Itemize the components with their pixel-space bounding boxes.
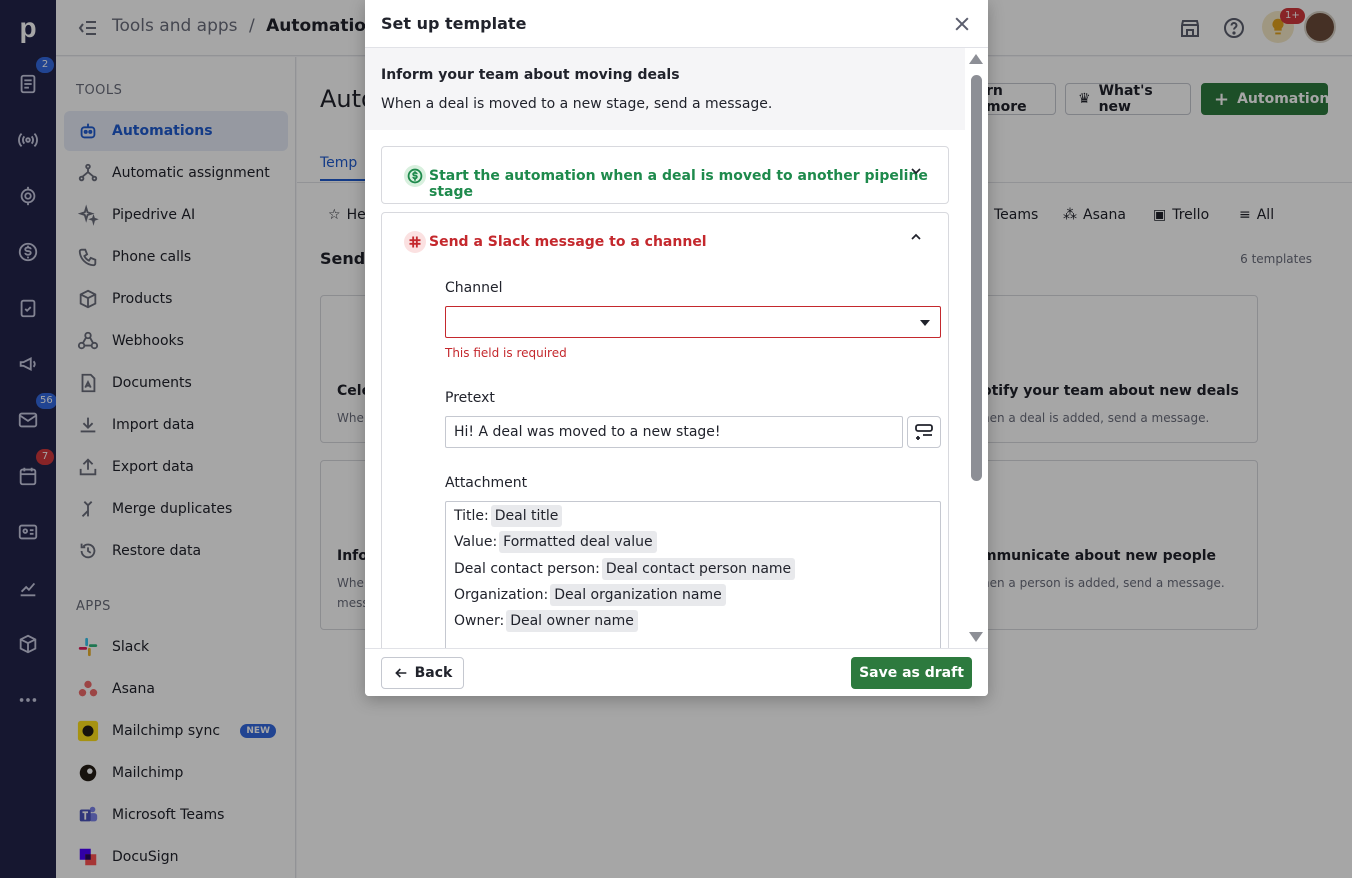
attachment-row: Title: Deal title <box>454 505 563 527</box>
attachment-row: Organization: Deal organization name <box>454 584 726 606</box>
field-chip[interactable]: Deal organization name <box>550 584 726 606</box>
channel-select[interactable] <box>445 306 941 338</box>
caret-down-icon <box>920 320 930 326</box>
insert-field-icon <box>915 424 933 440</box>
attachment-row-label: Organization: <box>454 587 549 603</box>
attachment-row: Value: Formatted deal value <box>454 531 657 553</box>
action-section: Send a Slack message to a channel Channe… <box>381 212 949 648</box>
field-chip[interactable]: Deal owner name <box>506 610 638 632</box>
dialog-body[interactable]: Inform your team about moving deals When… <box>365 48 965 648</box>
dollar-icon <box>404 165 426 187</box>
dialog-header: Set up template <box>365 0 988 48</box>
arrow-left-icon <box>394 668 406 678</box>
scroll-up-arrow-icon[interactable] <box>969 54 983 64</box>
field-chip[interactable]: Formatted deal value <box>499 531 657 553</box>
action-title: Send a Slack message to a channel <box>429 234 707 250</box>
channel-error: This field is required <box>445 346 567 360</box>
close-icon[interactable] <box>952 14 972 34</box>
save-as-draft-button[interactable]: Save as draft <box>851 657 972 689</box>
channel-label: Channel <box>445 280 503 296</box>
dialog-title: Set up template <box>381 14 527 33</box>
template-description: When a deal is moved to a new stage, sen… <box>381 96 773 112</box>
scroll-down-arrow-icon[interactable] <box>969 632 983 642</box>
dialog-footer: Back Save as draft <box>365 648 988 696</box>
trigger-section[interactable]: Start the automation when a deal is move… <box>381 146 949 204</box>
attachment-editor[interactable]: Title: Deal title Value: Formatted deal … <box>445 501 941 648</box>
back-button[interactable]: Back <box>381 657 464 689</box>
field-chip[interactable]: Deal contact person name <box>601 558 796 580</box>
attachment-row: Deal contact person: Deal contact person… <box>454 558 796 580</box>
scrollbar-thumb[interactable] <box>971 75 982 481</box>
back-label: Back <box>414 665 453 681</box>
pretext-input[interactable]: Hi! A deal was moved to a new stage! <box>445 416 903 448</box>
attachment-row-label: Title: <box>454 508 489 524</box>
pretext-label: Pretext <box>445 390 495 406</box>
trigger-title: Start the automation when a deal is move… <box>429 168 928 200</box>
attachment-row-label: Value: <box>454 534 498 550</box>
chevron-down-icon[interactable] <box>908 163 924 179</box>
attachment-label: Attachment <box>445 475 528 491</box>
template-title: Inform your team about moving deals <box>381 67 680 83</box>
chevron-up-icon[interactable] <box>908 229 924 245</box>
attachment-row-label: Owner: <box>454 613 505 629</box>
slack-icon <box>404 231 426 253</box>
template-intro: Inform your team about moving deals When… <box>365 48 965 130</box>
attachment-row-label: Deal contact person: <box>454 561 600 577</box>
attachment-row: Owner: Deal owner name <box>454 610 638 632</box>
setup-template-dialog: Set up template Inform your team about m… <box>365 0 988 696</box>
insert-field-button[interactable] <box>907 416 941 448</box>
field-chip[interactable]: Deal title <box>490 505 563 527</box>
